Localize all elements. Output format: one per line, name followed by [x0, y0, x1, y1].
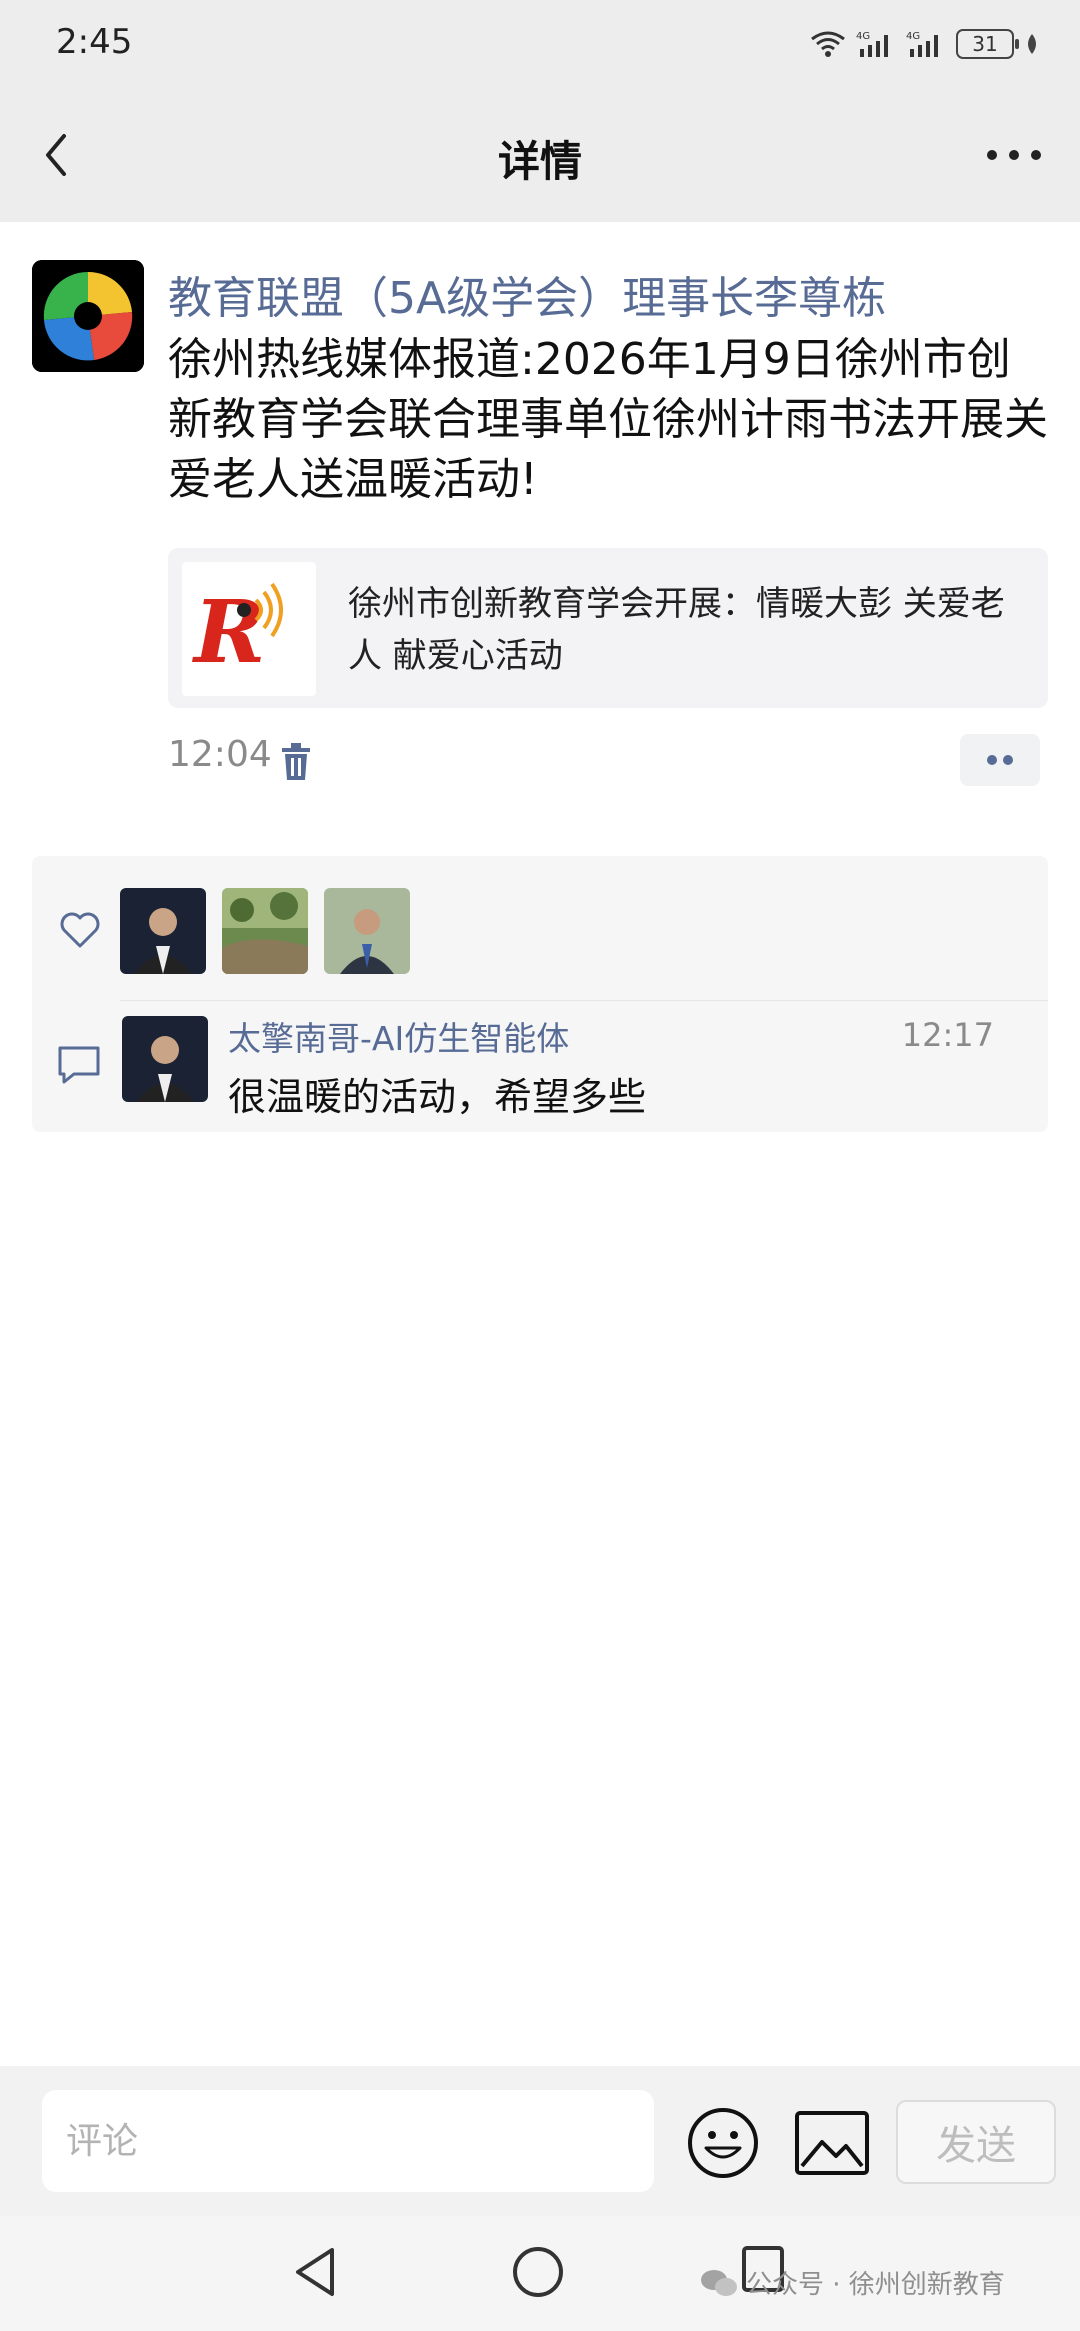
comment-time: 12:17	[901, 1016, 994, 1054]
person-photo-icon	[122, 1016, 208, 1102]
status-icons: 4G 4G 31	[810, 24, 1040, 64]
page-title: 详情	[497, 137, 582, 186]
likes-comments-panel: 太擎南哥-AI仿生智能体 12:17 很温暖的活动，希望多些	[32, 856, 1048, 1132]
signal-icon: 4G	[856, 31, 888, 57]
post-text: 徐州热线媒体报道:2026年1月9日徐州市创新教育学会联合理事单位徐州计雨书法开…	[168, 334, 1048, 505]
system-nav-bar: 公众号 · 徐州创新教育	[0, 2216, 1080, 2331]
person-photo-icon	[120, 888, 206, 974]
landscape-photo-icon	[222, 888, 308, 974]
post-time: 12:04	[168, 734, 272, 775]
comment-input[interactable]	[42, 2090, 654, 2192]
watermark: 公众号 · 徐州创新教育	[700, 2264, 1005, 2301]
radio-logo-icon: R	[191, 582, 283, 683]
watermark-text: 公众号 · 徐州创新教育	[746, 2270, 1005, 2300]
comment-text[interactable]: 很温暖的活动，希望多些	[228, 1066, 646, 1121]
divider	[120, 1000, 1048, 1001]
wechat-icon	[701, 2269, 737, 2296]
logo-icon	[32, 260, 144, 372]
liker-avatar[interactable]	[324, 888, 410, 974]
leaf-icon	[1028, 34, 1036, 54]
liker-avatar[interactable]	[222, 888, 308, 974]
link-thumbnail: R	[182, 562, 316, 696]
post-meta-row: 12:04	[0, 734, 1080, 794]
wifi-icon	[811, 31, 845, 57]
system-back-icon[interactable]	[290, 2244, 340, 2300]
commenter-name[interactable]: 太擎南哥-AI仿生智能体	[228, 1012, 569, 1060]
post-author-name[interactable]: 教育联盟（5A级学会）理事长李尊栋	[168, 262, 886, 326]
status-time: 2:45	[56, 22, 133, 62]
signal-icon-2: 4G	[906, 31, 938, 57]
nav-bar: 详情	[0, 90, 1080, 222]
like-comment-menu-button[interactable]	[960, 734, 1040, 786]
image-icon[interactable]	[794, 2110, 870, 2176]
trash-icon[interactable]	[278, 742, 314, 782]
emoji-icon[interactable]	[686, 2106, 760, 2180]
svg-text:4G: 4G	[856, 31, 870, 42]
comment-bubble-icon	[58, 1046, 100, 1084]
battery-icon: 31	[956, 29, 1019, 59]
more-options-icon[interactable]	[974, 120, 1054, 190]
system-home-icon[interactable]	[510, 2244, 566, 2300]
svg-text:R: R	[191, 582, 265, 683]
send-button[interactable]: 发送	[896, 2100, 1056, 2184]
heart-icon	[60, 912, 100, 948]
svg-text:4G: 4G	[906, 31, 920, 42]
link-title: 徐州市创新教育学会开展：情暖大彭 关爱老人 献爱心活动	[348, 584, 1005, 676]
status-bar: 2:45 4G 4G 31	[0, 0, 1080, 90]
commenter-avatar[interactable]	[122, 1016, 208, 1102]
author-avatar[interactable]	[32, 260, 144, 372]
liker-avatar[interactable]	[120, 888, 206, 974]
comment-input-bar: 发送	[0, 2066, 1080, 2216]
two-dots-icon	[987, 755, 1013, 765]
person-photo-icon	[324, 888, 410, 974]
shared-link-card[interactable]: R 徐州市创新教育学会开展：情暖大彭 关爱老人 献爱心活动	[168, 548, 1048, 708]
